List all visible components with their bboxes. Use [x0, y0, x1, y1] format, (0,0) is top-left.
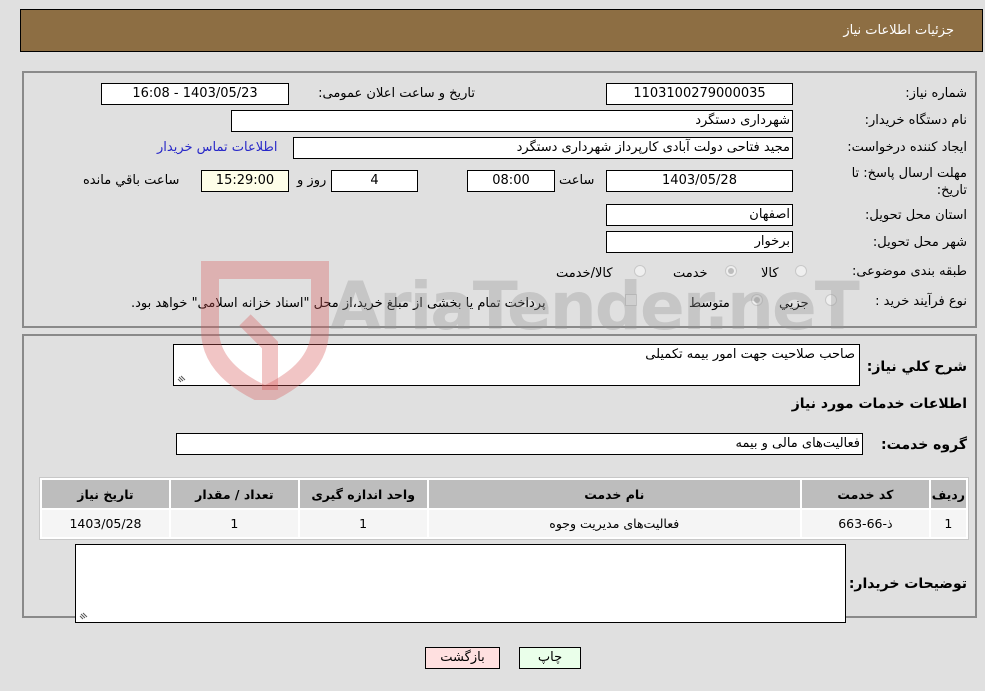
category-label: طبقه بندی موضوعی:: [851, 264, 967, 279]
col-header-quantity: تعداد / مقدار: [170, 480, 298, 508]
table-row: 1 ذ-66-663 فعالیت‌های مدیریت وجوه 1 1 14…: [42, 510, 966, 537]
description-text: صاحب صلاحیت جهت امور بیمه تکمیلی: [645, 347, 855, 362]
province-label: استان محل تحویل:: [865, 208, 967, 223]
cell-quantity: 1: [170, 510, 298, 537]
need-number-field[interactable]: 1103100279000035: [606, 83, 793, 105]
need-number-label: شماره نیاز:: [905, 86, 967, 101]
table-header-row: ردیف کد خدمت نام خدمت واحد اندازه گیری ت…: [42, 480, 966, 508]
cell-service-code: ذ-66-663: [801, 510, 929, 537]
buyer-contact-link[interactable]: اطلاعات تماس خریدار: [157, 140, 277, 155]
cell-row-number: 1: [930, 510, 966, 537]
remaining-time-field[interactable]: 15:29:00: [201, 170, 289, 192]
description-textarea[interactable]: صاحب صلاحیت جهت امور بیمه تکمیلی: [173, 344, 860, 386]
service-group-label: گروه خدمت:: [881, 437, 967, 453]
days-label: روز و: [297, 173, 327, 188]
print-button[interactable]: چاپ: [519, 647, 581, 669]
col-header-row-number: ردیف: [930, 480, 966, 508]
col-header-need-date: تاریخ نیاز: [42, 480, 169, 508]
purchase-radio-medium[interactable]: [751, 294, 763, 306]
deadline-time-label: ساعت: [559, 173, 595, 188]
deadline-label-line2: تاریخ:: [936, 183, 967, 198]
buyer-notes-label: توضیحات خریدار:: [848, 576, 967, 592]
category-radio-goods[interactable]: [795, 265, 807, 277]
treasury-note: پرداخت تمام یا بخشی از مبلغ خرید،از محل …: [131, 296, 546, 311]
description-label: شرح کلي نیاز:: [866, 359, 967, 375]
category-option-goods-service: کالا/خدمت: [556, 266, 613, 281]
back-button[interactable]: بازگشت: [425, 647, 500, 669]
services-table: ردیف کد خدمت نام خدمت واحد اندازه گیری ت…: [39, 477, 969, 540]
province-field[interactable]: اصفهان: [606, 204, 793, 226]
col-header-unit: واحد اندازه گیری: [299, 480, 427, 508]
purchase-option-minor: جزیي: [779, 296, 809, 311]
deadline-time-field[interactable]: 08:00: [467, 170, 555, 192]
buyer-org-label: نام دستگاه خریدار:: [864, 113, 967, 128]
purchase-option-medium: متوسط: [689, 296, 730, 311]
page-header: جزئیات اطلاعات نیاز: [20, 9, 983, 52]
city-field[interactable]: برخوار: [606, 231, 793, 253]
city-label: شهر محل تحویل:: [872, 235, 967, 250]
cell-unit: 1: [299, 510, 427, 537]
treasury-checkbox[interactable]: [625, 294, 637, 306]
requester-label: ایجاد کننده درخواست:: [847, 140, 967, 155]
services-section-title: اطلاعات خدمات مورد نیاز: [791, 396, 967, 412]
cell-need-date: 1403/05/28: [42, 510, 169, 537]
category-radio-goods-service[interactable]: [634, 265, 646, 277]
category-option-service: خدمت: [673, 266, 708, 281]
resize-grip-icon[interactable]: [79, 610, 89, 620]
col-header-service-name: نام خدمت: [428, 480, 800, 508]
category-radio-service[interactable]: [725, 265, 737, 277]
category-option-goods: کالا: [761, 266, 779, 281]
purchase-radio-minor[interactable]: [825, 294, 837, 306]
purchase-type-label: نوع فرآیند خرید :: [875, 294, 967, 309]
buyer-notes-textarea[interactable]: [75, 544, 846, 623]
page-title: جزئیات اطلاعات نیاز: [843, 23, 954, 38]
requester-field[interactable]: مجید فتاحی دولت آبادی کارپرداز شهرداری د…: [293, 137, 793, 159]
cell-service-name: فعالیت‌های مدیریت وجوه: [428, 510, 800, 537]
announce-datetime-field[interactable]: 1403/05/23 - 16:08: [101, 83, 289, 105]
resize-grip-icon[interactable]: [177, 373, 187, 383]
service-group-field[interactable]: فعالیت‌های مالی و بیمه: [176, 433, 863, 455]
col-header-service-code: کد خدمت: [801, 480, 929, 508]
deadline-label-line1: مهلت ارسال پاسخ: تا: [851, 166, 967, 181]
announce-datetime-label: تاریخ و ساعت اعلان عمومی:: [318, 86, 475, 101]
remaining-days-field[interactable]: 4: [331, 170, 418, 192]
remaining-time-label: ساعت باقي مانده: [83, 173, 180, 188]
deadline-date-field[interactable]: 1403/05/28: [606, 170, 793, 192]
buyer-org-field[interactable]: شهرداری دستگرد: [231, 110, 793, 132]
